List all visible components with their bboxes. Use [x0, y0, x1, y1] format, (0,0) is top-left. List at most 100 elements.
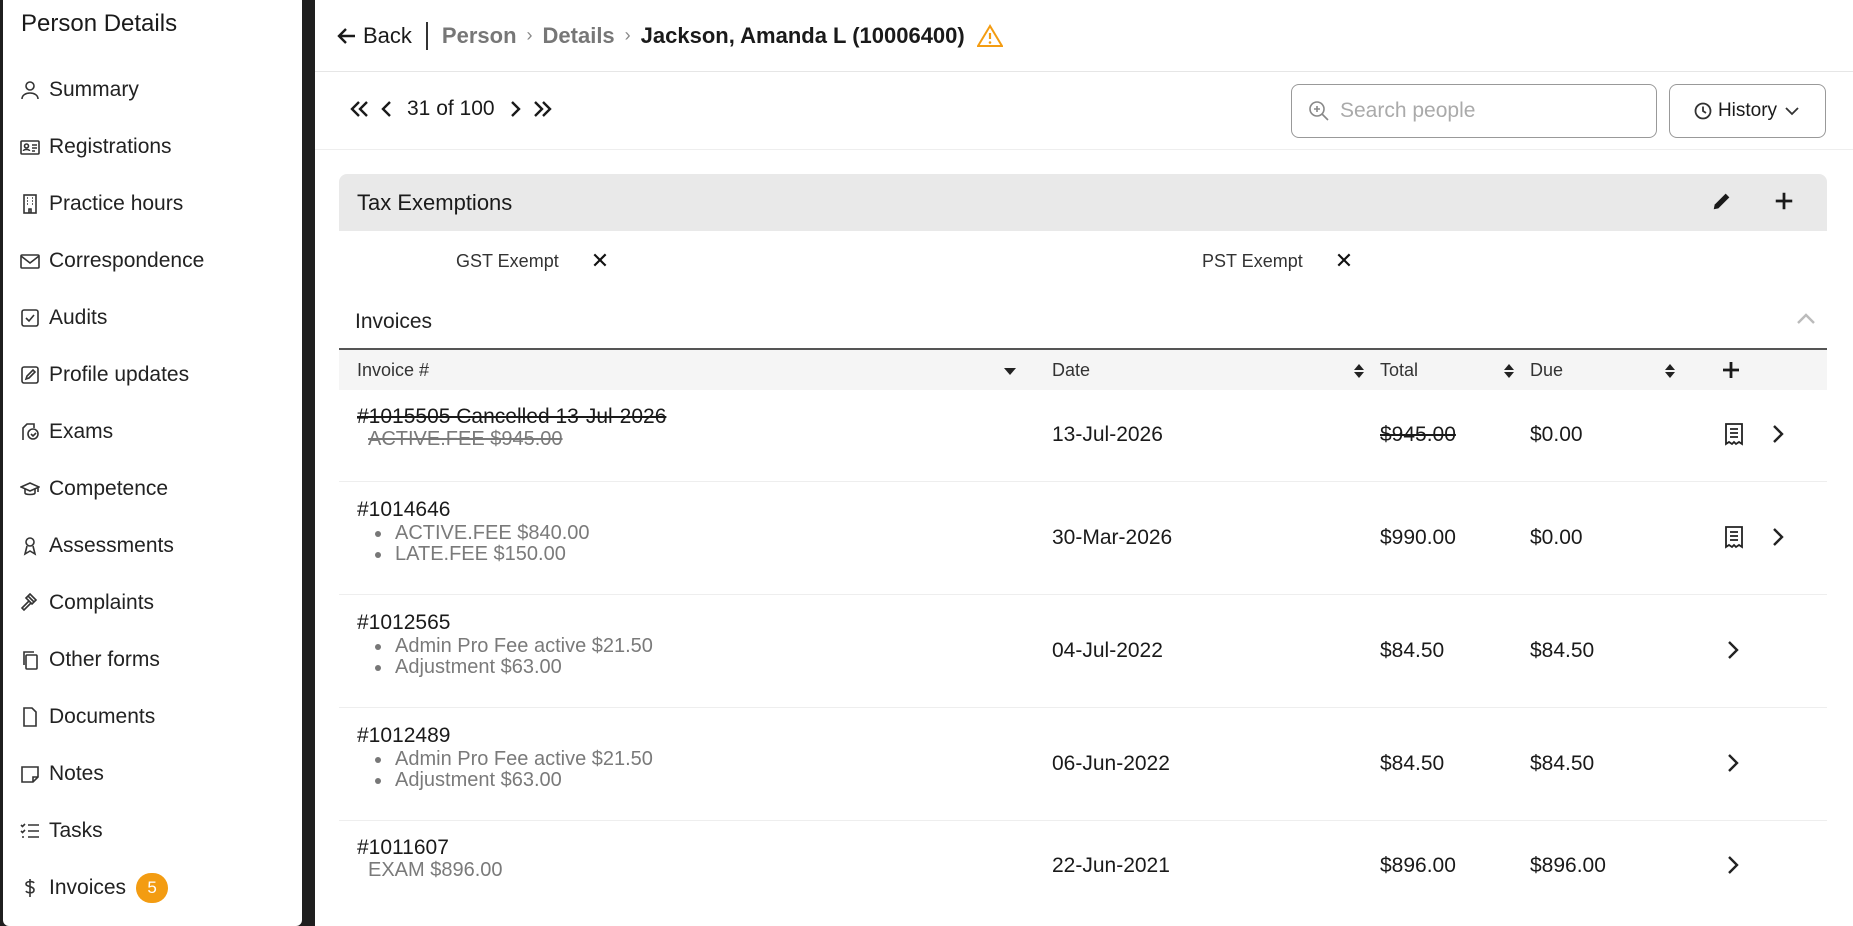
- sidebar-item-registrations[interactable]: Registrations: [19, 118, 204, 175]
- table-row[interactable]: #1015505 Cancelled 13-Jul-2026 ACTIVE.FE…: [339, 390, 1827, 482]
- sidebar-item-other-forms[interactable]: Other forms: [19, 631, 204, 688]
- sidebar-item-label: Audits: [49, 305, 108, 329]
- sidebar-item-label: Invoices: [49, 875, 127, 899]
- tax-exemptions-title: Tax Exemptions: [357, 189, 513, 215]
- invoice-due: $0.00: [1530, 423, 1583, 446]
- sidebar-item-assessments[interactable]: Assessments: [19, 517, 204, 574]
- sort-icon[interactable]: [1503, 363, 1515, 379]
- sidebar-item-correspondence[interactable]: Correspondence: [19, 232, 204, 289]
- table-header: Invoice # Date Total Due: [339, 348, 1827, 390]
- previous-record-button[interactable]: [373, 94, 401, 124]
- add-tax-button[interactable]: [1771, 188, 1797, 214]
- column-header-invoice[interactable]: Invoice #: [357, 360, 429, 381]
- column-header-total[interactable]: Total: [1380, 360, 1418, 381]
- sidebar-nav: Summary Registrations Practice hours Cor…: [19, 61, 204, 916]
- sidebar-item-label: Registrations: [49, 134, 172, 158]
- table-row[interactable]: #1012489 Admin Pro Fee active $21.50 Adj…: [339, 708, 1827, 821]
- invoice-total: $84.50: [1380, 752, 1445, 775]
- search-plus-icon: [1309, 101, 1329, 121]
- double-chevron-right-icon: [533, 101, 552, 117]
- history-dropdown[interactable]: History: [1669, 84, 1826, 138]
- sidebar-item-practice-hours[interactable]: Practice hours: [19, 175, 204, 232]
- invoice-line: ACTIVE.FEE $945.00: [368, 428, 563, 450]
- sidebar-item-label: Assessments: [49, 533, 174, 557]
- invoice-total: $896.00: [1380, 854, 1456, 877]
- record-pager: 31 of 100: [345, 94, 557, 124]
- sort-icon[interactable]: [1353, 363, 1365, 379]
- open-invoice-button[interactable]: [1721, 853, 1749, 881]
- chevron-right-icon: [1728, 856, 1739, 874]
- chevron-right-icon: ›: [624, 25, 631, 45]
- chevron-right-icon: [1773, 528, 1784, 546]
- sidebar-item-label: Other forms: [49, 647, 160, 671]
- list-check-icon: [19, 820, 41, 842]
- person-icon: [19, 79, 41, 101]
- invoices-title: Invoices: [355, 310, 433, 333]
- invoice-number: #1014646: [357, 498, 451, 521]
- invoice-line: Adjustment $63.00: [357, 769, 562, 792]
- dollar-icon: [19, 877, 41, 899]
- sidebar-item-documents[interactable]: Documents: [19, 688, 204, 745]
- id-card-icon: [19, 136, 41, 158]
- remove-exemption-button[interactable]: ✕: [591, 248, 609, 274]
- checkbox-icon: [19, 307, 41, 329]
- edit-tax-button[interactable]: [1709, 188, 1735, 214]
- edit-square-icon: [19, 364, 41, 386]
- sidebar-item-summary[interactable]: Summary: [19, 61, 204, 118]
- open-invoice-button[interactable]: [1721, 751, 1749, 779]
- sidebar-item-invoices[interactable]: Invoices 5: [19, 859, 204, 916]
- column-header-due[interactable]: Due: [1530, 360, 1563, 381]
- table-row[interactable]: #1014646 ACTIVE.FEE $840.00 LATE.FEE $15…: [339, 482, 1827, 595]
- remove-exemption-button[interactable]: ✕: [1335, 248, 1353, 274]
- graduation-cap-icon: [19, 478, 41, 500]
- receipt-button[interactable]: [1722, 525, 1750, 553]
- sidebar-item-competence[interactable]: Competence: [19, 460, 204, 517]
- chevron-up-icon[interactable]: [1793, 306, 1819, 332]
- sidebar-item-label: Notes: [49, 761, 104, 785]
- sidebar-item-tasks[interactable]: Tasks: [19, 802, 204, 859]
- search-input[interactable]: [1340, 99, 1640, 123]
- invoice-total: $990.00: [1380, 526, 1456, 549]
- sidebar-item-label: Complaints: [49, 590, 155, 614]
- sort-desc-icon[interactable]: [1003, 365, 1017, 377]
- receipt-icon: [1725, 423, 1743, 446]
- sort-icon[interactable]: [1664, 363, 1676, 379]
- open-invoice-button[interactable]: [1766, 422, 1794, 450]
- table-row[interactable]: #1012565 Admin Pro Fee active $21.50 Adj…: [339, 595, 1827, 708]
- breadcrumb-person[interactable]: Person: [442, 23, 517, 49]
- column-header-date[interactable]: Date: [1052, 360, 1090, 381]
- sidebar-item-label: Profile updates: [49, 362, 190, 386]
- sidebar-item-complaints[interactable]: Complaints: [19, 574, 204, 631]
- warning-icon[interactable]: [976, 23, 1003, 48]
- chevron-down-icon: [1785, 107, 1799, 116]
- sidebar-item-label: Correspondence: [49, 248, 205, 272]
- invoice-due: $896.00: [1530, 854, 1606, 877]
- breadcrumb: Back Person › Details › Jackson, Amanda …: [315, 0, 1853, 72]
- sidebar-item-label: Tasks: [49, 818, 103, 842]
- sidebar-item-audits[interactable]: Audits: [19, 289, 204, 346]
- sidebar-item-notes[interactable]: Notes: [19, 745, 204, 802]
- table-row[interactable]: #1011607 EXAM $896.00 22-Jun-2021 $896.0…: [339, 821, 1827, 913]
- invoices-table: Invoice # Date Total Due #1015505 Cancel…: [339, 348, 1827, 913]
- sidebar-item-profile-updates[interactable]: Profile updates: [19, 346, 204, 403]
- invoice-number: #1011607: [357, 836, 449, 859]
- open-invoice-button[interactable]: [1721, 638, 1749, 666]
- sidebar-item-exams[interactable]: Exams: [19, 403, 204, 460]
- last-record-button[interactable]: [529, 94, 557, 124]
- copy-icon: [19, 649, 41, 671]
- breadcrumb-details[interactable]: Details: [543, 23, 615, 49]
- first-record-button[interactable]: [345, 94, 373, 124]
- receipt-button[interactable]: [1722, 422, 1750, 450]
- next-record-button[interactable]: [501, 94, 529, 124]
- invoice-date: 06-Jun-2022: [1052, 752, 1170, 775]
- plus-icon: [1775, 192, 1793, 210]
- search-box[interactable]: [1291, 84, 1657, 138]
- tax-exemptions-actions: [1709, 188, 1797, 214]
- open-invoice-button[interactable]: [1766, 525, 1794, 553]
- back-button[interactable]: Back: [337, 23, 412, 49]
- mail-icon: [19, 250, 41, 272]
- arrow-left-icon: [337, 27, 355, 44]
- add-invoice-plus-icon[interactable]: [1721, 360, 1741, 380]
- invoice-line: Adjustment $63.00: [357, 656, 562, 679]
- main-panel: Back Person › Details › Jackson, Amanda …: [315, 0, 1853, 926]
